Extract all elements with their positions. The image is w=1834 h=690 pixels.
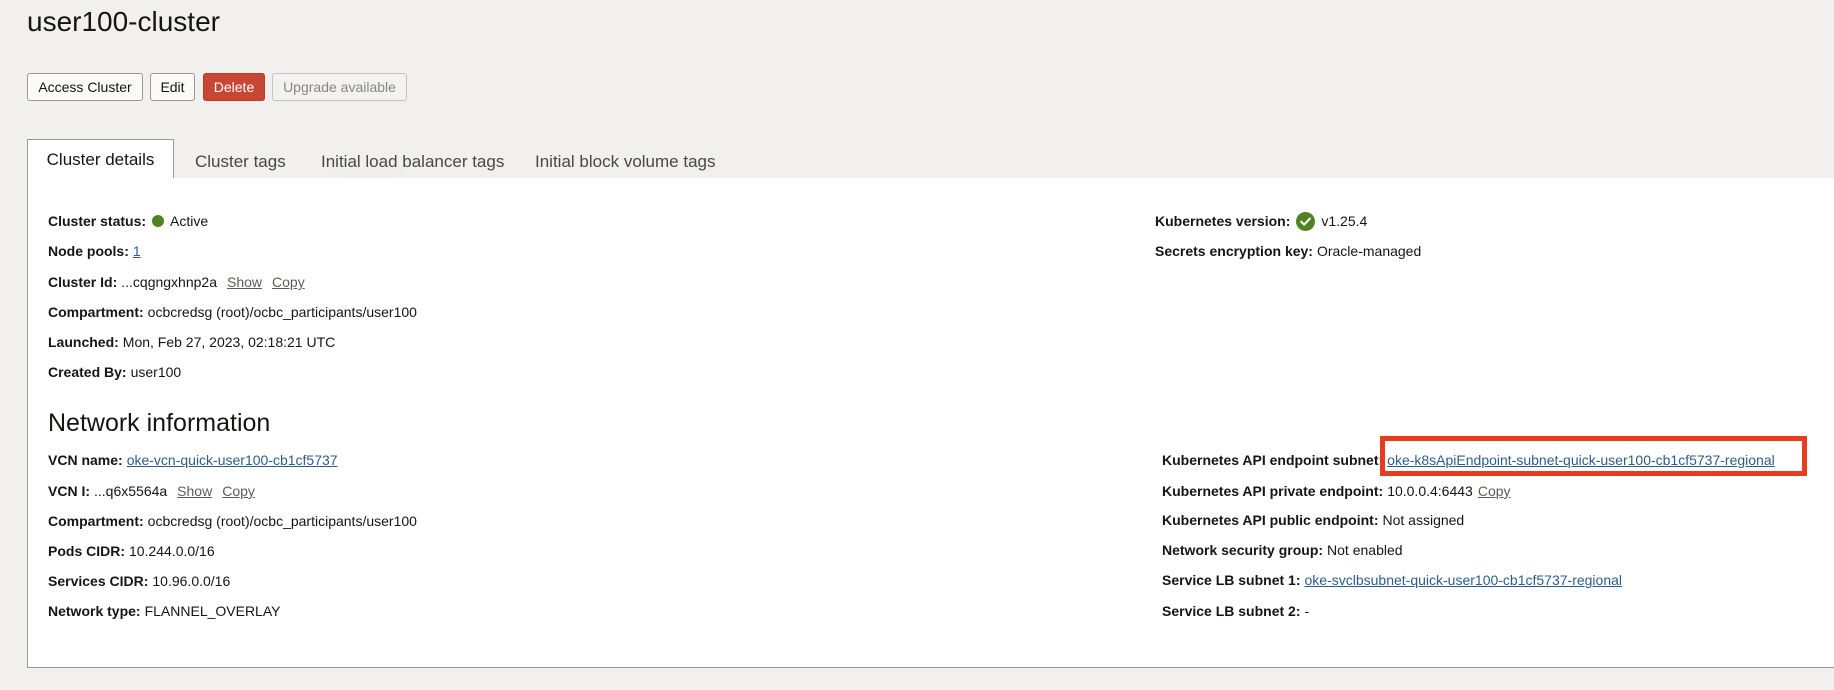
delete-button[interactable]: Delete (203, 73, 265, 101)
service-lb-subnet-2-label: Service LB subnet 2: (1162, 603, 1301, 619)
launched-label: Launched: (48, 334, 119, 350)
network-security-group-label: Network security group: (1162, 542, 1324, 558)
service-lb-subnet-2-value: - (1304, 603, 1310, 619)
cluster-status-value: Active (170, 213, 209, 229)
service-lb-subnet-2-row: Service LB subnet 2: - (1162, 601, 1309, 621)
network-security-group-row: Network security group: Not enabled (1162, 540, 1403, 560)
pods-cidr-value: 10.244.0.0/16 (129, 543, 215, 559)
cluster-id-show-link[interactable]: Show (227, 274, 262, 290)
network-type-row: Network type: FLANNEL_OVERLAY (48, 601, 280, 621)
api-endpoint-subnet-row: Kubernetes API endpoint subnet: oke-k8sA… (1162, 450, 1775, 470)
cluster-id-row: Cluster Id: ...cqgngxhnp2a Show Copy (48, 272, 305, 292)
service-lb-subnet-1-link[interactable]: oke-svclbsubnet-quick-user100-cb1cf5737-… (1305, 572, 1623, 588)
pods-cidr-label: Pods CIDR: (48, 543, 125, 559)
api-endpoint-subnet-label: Kubernetes API endpoint subnet: (1162, 452, 1384, 468)
api-private-endpoint-copy-link[interactable]: Copy (1478, 483, 1511, 499)
node-pools-link[interactable]: 1 (133, 243, 141, 259)
vcn-id-copy-link[interactable]: Copy (222, 483, 255, 499)
vcn-id-value: ...q6x5564a (94, 483, 168, 499)
api-private-endpoint-row: Kubernetes API private endpoint: 10.0.0.… (1162, 481, 1511, 501)
network-compartment-value: ocbcredsg (root)/ocbc_participants/user1… (147, 513, 417, 529)
created-by-row: Created By: user100 (48, 362, 181, 382)
api-public-endpoint-row: Kubernetes API public endpoint: Not assi… (1162, 510, 1464, 530)
tab-initial-block-volume-tags[interactable]: Initial block volume tags (535, 146, 715, 178)
pods-cidr-row: Pods CIDR: 10.244.0.0/16 (48, 541, 215, 561)
vcn-name-label: VCN name: (48, 452, 123, 468)
compartment-label: Compartment: (48, 304, 144, 320)
check-circle-icon (1296, 211, 1316, 231)
page-title: user100-cluster (27, 6, 220, 37)
vcn-id-show-link[interactable]: Show (177, 483, 212, 499)
created-by-label: Created By: (48, 364, 127, 380)
api-private-endpoint-value: 10.0.0.4:6443 (1387, 483, 1473, 499)
kubernetes-version-value: v1.25.4 (1321, 213, 1368, 229)
kubernetes-version-label: Kubernetes version: (1155, 213, 1291, 229)
api-endpoint-subnet-link[interactable]: oke-k8sApiEndpoint-subnet-quick-user100-… (1387, 452, 1775, 468)
services-cidr-label: Services CIDR: (48, 573, 149, 589)
upgrade-available-button: Upgrade available (272, 73, 407, 101)
cluster-status-row: Cluster status: Active (48, 211, 208, 231)
cluster-id-copy-link[interactable]: Copy (272, 274, 305, 290)
secrets-encryption-label: Secrets encryption key: (1155, 243, 1313, 259)
service-lb-subnet-1-row: Service LB subnet 1: oke-svclbsubnet-qui… (1162, 570, 1622, 590)
status-active-icon (152, 215, 165, 227)
cluster-id-value: ...cqgngxhnp2a (121, 274, 217, 290)
cluster-id-label: Cluster Id: (48, 274, 118, 290)
network-information-title: Network information (48, 409, 271, 437)
network-compartment-label: Compartment: (48, 513, 144, 529)
services-cidr-value: 10.96.0.0/16 (152, 573, 231, 589)
launched-row: Launched: Mon, Feb 27, 2023, 02:18:21 UT… (48, 332, 335, 352)
secrets-encryption-value: Oracle-managed (1316, 243, 1422, 259)
secrets-encryption-row: Secrets encryption key: Oracle-managed (1155, 241, 1421, 261)
cluster-details-panel (27, 178, 1834, 668)
vcn-id-row: VCN I: ...q6x5564a Show Copy (48, 481, 255, 501)
node-pools-row: Node pools: 1 (48, 241, 141, 261)
node-pools-label: Node pools: (48, 243, 129, 259)
compartment-value: ocbcredsg (root)/ocbc_participants/user1… (147, 304, 417, 320)
service-lb-subnet-1-label: Service LB subnet 1: (1162, 572, 1301, 588)
tab-cluster-tags[interactable]: Cluster tags (195, 146, 286, 178)
compartment-row: Compartment: ocbcredsg (root)/ocbc_parti… (48, 302, 417, 322)
network-security-group-value: Not enabled (1327, 542, 1403, 558)
tab-initial-load-balancer-tags[interactable]: Initial load balancer tags (321, 146, 504, 178)
vcn-name-link[interactable]: oke-vcn-quick-user100-cb1cf5737 (127, 452, 338, 468)
network-type-label: Network type: (48, 603, 141, 619)
tab-cluster-details[interactable]: Cluster details (27, 139, 174, 179)
launched-value: Mon, Feb 27, 2023, 02:18:21 UTC (122, 334, 336, 350)
api-public-endpoint-value: Not assigned (1382, 512, 1465, 528)
created-by-value: user100 (130, 364, 182, 380)
access-cluster-button[interactable]: Access Cluster (27, 73, 143, 101)
network-compartment-row: Compartment: ocbcredsg (root)/ocbc_parti… (48, 511, 417, 531)
services-cidr-row: Services CIDR: 10.96.0.0/16 (48, 571, 230, 591)
vcn-id-label: VCN I: (48, 483, 90, 499)
api-private-endpoint-label: Kubernetes API private endpoint: (1162, 483, 1384, 499)
cluster-status-label: Cluster status: (48, 213, 147, 229)
vcn-name-row: VCN name: oke-vcn-quick-user100-cb1cf573… (48, 450, 338, 470)
api-public-endpoint-label: Kubernetes API public endpoint: (1162, 512, 1379, 528)
network-type-value: FLANNEL_OVERLAY (144, 603, 281, 619)
edit-button[interactable]: Edit (150, 73, 195, 101)
kubernetes-version-row: Kubernetes version: v1.25.4 (1155, 211, 1367, 231)
